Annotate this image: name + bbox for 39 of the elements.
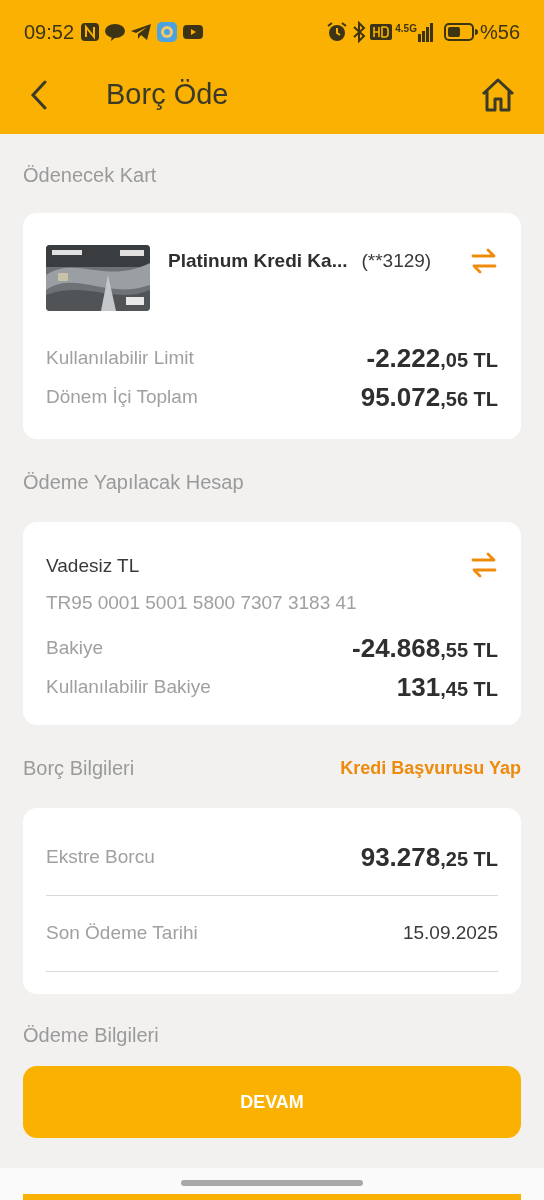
section-label: Ödenecek Kart	[23, 163, 158, 188]
paper-plane-icon	[130, 22, 153, 42]
row-label: Bakiye	[46, 636, 104, 661]
continue-button[interactable]: DEVAM	[23, 1066, 521, 1138]
page-title: Borç Öde	[106, 77, 230, 113]
network-type: 4.5G	[395, 24, 417, 34]
section-label: Ödeme Yapılacak Hesap	[23, 470, 245, 495]
account-name: Vadesiz TL	[46, 554, 141, 578]
app-icon	[156, 21, 179, 43]
apply-link[interactable]: Kredi Başvurusu Yap	[340, 754, 521, 782]
amount-text: 131,45 TL	[396, 671, 498, 704]
date-text: 15.09.2025	[402, 921, 498, 946]
home-icon[interactable]	[480, 77, 516, 113]
status-time: 09:52	[24, 20, 75, 45]
swap-icon[interactable]	[470, 552, 498, 578]
card-name: Platinum Kredi Ka...	[168, 249, 348, 273]
row-label: Son Ödeme Tarihi	[46, 921, 198, 946]
amount-text: -24.868,55 TL	[352, 632, 498, 665]
amount-text: -2.222,05 TL	[366, 342, 498, 375]
battery-percent: %56	[479, 20, 520, 45]
amount-text: 95.072,56 TL	[360, 381, 498, 414]
row-label: Kullanılabilir Limit	[46, 346, 194, 371]
alarm-icon	[326, 21, 349, 43]
amount-text: 93.278,25 TL	[360, 841, 498, 874]
row-label: Dönem İçi Toplam	[46, 385, 198, 410]
chat-bubble-icon	[104, 22, 127, 42]
battery-icon	[443, 23, 478, 41]
row-label: Kullanılabilir Bakiye	[46, 675, 211, 700]
section-label: Ödeme Bilgileri	[23, 1023, 160, 1048]
row-label: Ekstre Borcu	[46, 845, 155, 870]
nfc-icon	[80, 22, 101, 42]
hd-icon	[370, 23, 393, 41]
iban-text: TR95 0001 5001 5800 7307 3183 41	[46, 590, 357, 615]
signal-icon	[417, 22, 434, 42]
card-number: (**3129)	[361, 249, 432, 273]
swap-icon[interactable]	[470, 248, 498, 275]
play-icon	[182, 23, 205, 41]
bluetooth-icon	[352, 21, 367, 43]
section-label: Borç Bilgileri	[23, 756, 135, 781]
